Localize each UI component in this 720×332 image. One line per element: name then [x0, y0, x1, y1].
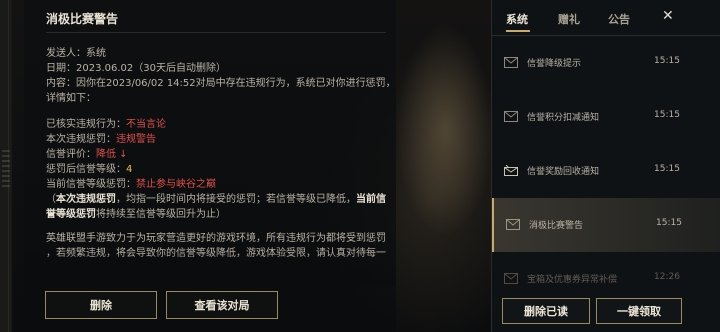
tab-announcements[interactable]: 公告 [608, 11, 630, 27]
claim-all-button[interactable]: 一键领取 [596, 298, 682, 324]
left-edge-strip [0, 0, 12, 332]
active-tab-underline [506, 30, 530, 32]
penalty-note: （本次违规惩罚，均指一段时间内将接受的惩罚；若信誉等级已降低，当前信誉等级惩罚将… [46, 192, 386, 222]
list-item[interactable]: 信誉奖励回收通知 15:15 [492, 144, 720, 198]
view-match-button[interactable]: 查看该对局 [166, 291, 278, 319]
date-label: 日期： [46, 63, 76, 74]
mail-list: 信誉降级提示 15:15 信誉积分扣减通知 15:15 信誉奖励回收通知 15:… [492, 36, 720, 288]
penalty-value: 违规警告 [116, 134, 156, 145]
list-item-label: 信誉奖励回收通知 [527, 167, 600, 177]
title-divider [46, 32, 386, 33]
mail-body: 发送人：系统 日期：2023.06.02（30天后自动删除） 内容：因你在202… [46, 46, 396, 261]
date-value: 2023.06.02（30天后自动删除） [76, 63, 226, 74]
scroll-fade [24, 252, 396, 286]
level-penalty-label: 当前信誉等级惩罚： [46, 179, 136, 190]
list-item[interactable]: 信誉降级提示 15:15 [492, 36, 720, 90]
list-item-time: 15:15 [654, 164, 680, 174]
violation-line: 已核实违规行为：不当言论 [46, 117, 386, 132]
violation-value: 不当言论 [126, 119, 166, 130]
note-bold-1: 本次违规惩罚 [56, 194, 116, 205]
delete-button[interactable]: 删除 [45, 291, 157, 319]
content-line-1: 内容：因你在2023/06/02 14:52对局中存在违规行为，系统已对你进行惩… [46, 78, 396, 89]
tab-gifts[interactable]: 赠礼 [558, 11, 580, 27]
note-end: 将持续至信誉等级回升为止） [96, 209, 226, 220]
mail-icon [506, 219, 520, 230]
list-item-label: 信誉降级提示 [527, 59, 582, 69]
list-item-time: 15:15 [654, 110, 680, 120]
list-item[interactable]: 宝箱及优惠券异常补偿 12:26 [492, 252, 720, 288]
list-item-time: 15:15 [654, 56, 680, 66]
delete-read-button[interactable]: 删除已读 [502, 298, 590, 324]
penalty-line: 本次违规惩罚：违规警告 [46, 132, 386, 147]
penalty-label: 本次违规惩罚： [46, 134, 116, 145]
list-item-time: 15:15 [656, 218, 682, 228]
note-mid: ，均指一段时间内将接受的惩罚；若信誉等级已降低， [116, 194, 356, 205]
mail-gift-icon [504, 165, 518, 176]
footer-line-1: 英雄联盟手游致力于为玩家营造更好的游戏环境，所有违规行为都将受到惩罚 [46, 233, 386, 244]
level-after-value: 4 [126, 164, 133, 175]
list-item-selected[interactable]: 消极比赛警告 15:15 [492, 198, 720, 252]
list-item-time: 12:26 [654, 272, 680, 282]
credit-value: 降低 ↓ [96, 149, 128, 160]
level-after-label: 惩罚后信誉等级： [46, 164, 126, 175]
mail-detail-panel: 消极比赛警告 发送人：系统 日期：2023.06.02（30天后自动删除） 内容… [24, 0, 396, 332]
level-penalty-line: 当前信誉等级惩罚：禁止参与峡谷之巅 [46, 177, 386, 192]
credit-line: 信誉评价：降低 ↓ [46, 147, 386, 162]
sender-line: 发送人：系统 [46, 48, 106, 59]
list-actions: 删除已读 一键领取 [492, 288, 720, 332]
tab-bar: 系统 赠礼 公告 ✕ [492, 0, 720, 36]
mail-icon [504, 57, 518, 68]
level-after-line: 惩罚后信誉等级：4 [46, 162, 386, 177]
mail-icon [504, 273, 518, 284]
mail-icon [504, 111, 518, 122]
content-line-2: 详情如下： [46, 93, 96, 104]
list-item-label: 宝箱及优惠券异常补偿 [527, 275, 618, 285]
mail-title: 消极比赛警告 [46, 12, 119, 26]
list-item-label: 信誉积分扣减通知 [527, 113, 600, 123]
violation-label: 已核实违规行为： [46, 119, 126, 130]
tab-system[interactable]: 系统 [506, 11, 528, 27]
date-line: 日期：2023.06.02（30天后自动删除） [46, 61, 386, 76]
credit-label: 信誉评价： [46, 149, 96, 160]
mail-list-panel: 系统 赠礼 公告 ✕ 信誉降级提示 15:15 信誉积分扣减通知 15:15 信… [491, 0, 720, 332]
close-icon[interactable]: ✕ [662, 8, 674, 24]
list-item[interactable]: 信誉积分扣减通知 15:15 [492, 90, 720, 144]
list-item-label: 消极比赛警告 [529, 221, 584, 231]
left-edge-mark [2, 150, 10, 190]
note-open: （ [46, 194, 56, 205]
level-penalty-value: 禁止参与峡谷之巅 [136, 179, 216, 190]
